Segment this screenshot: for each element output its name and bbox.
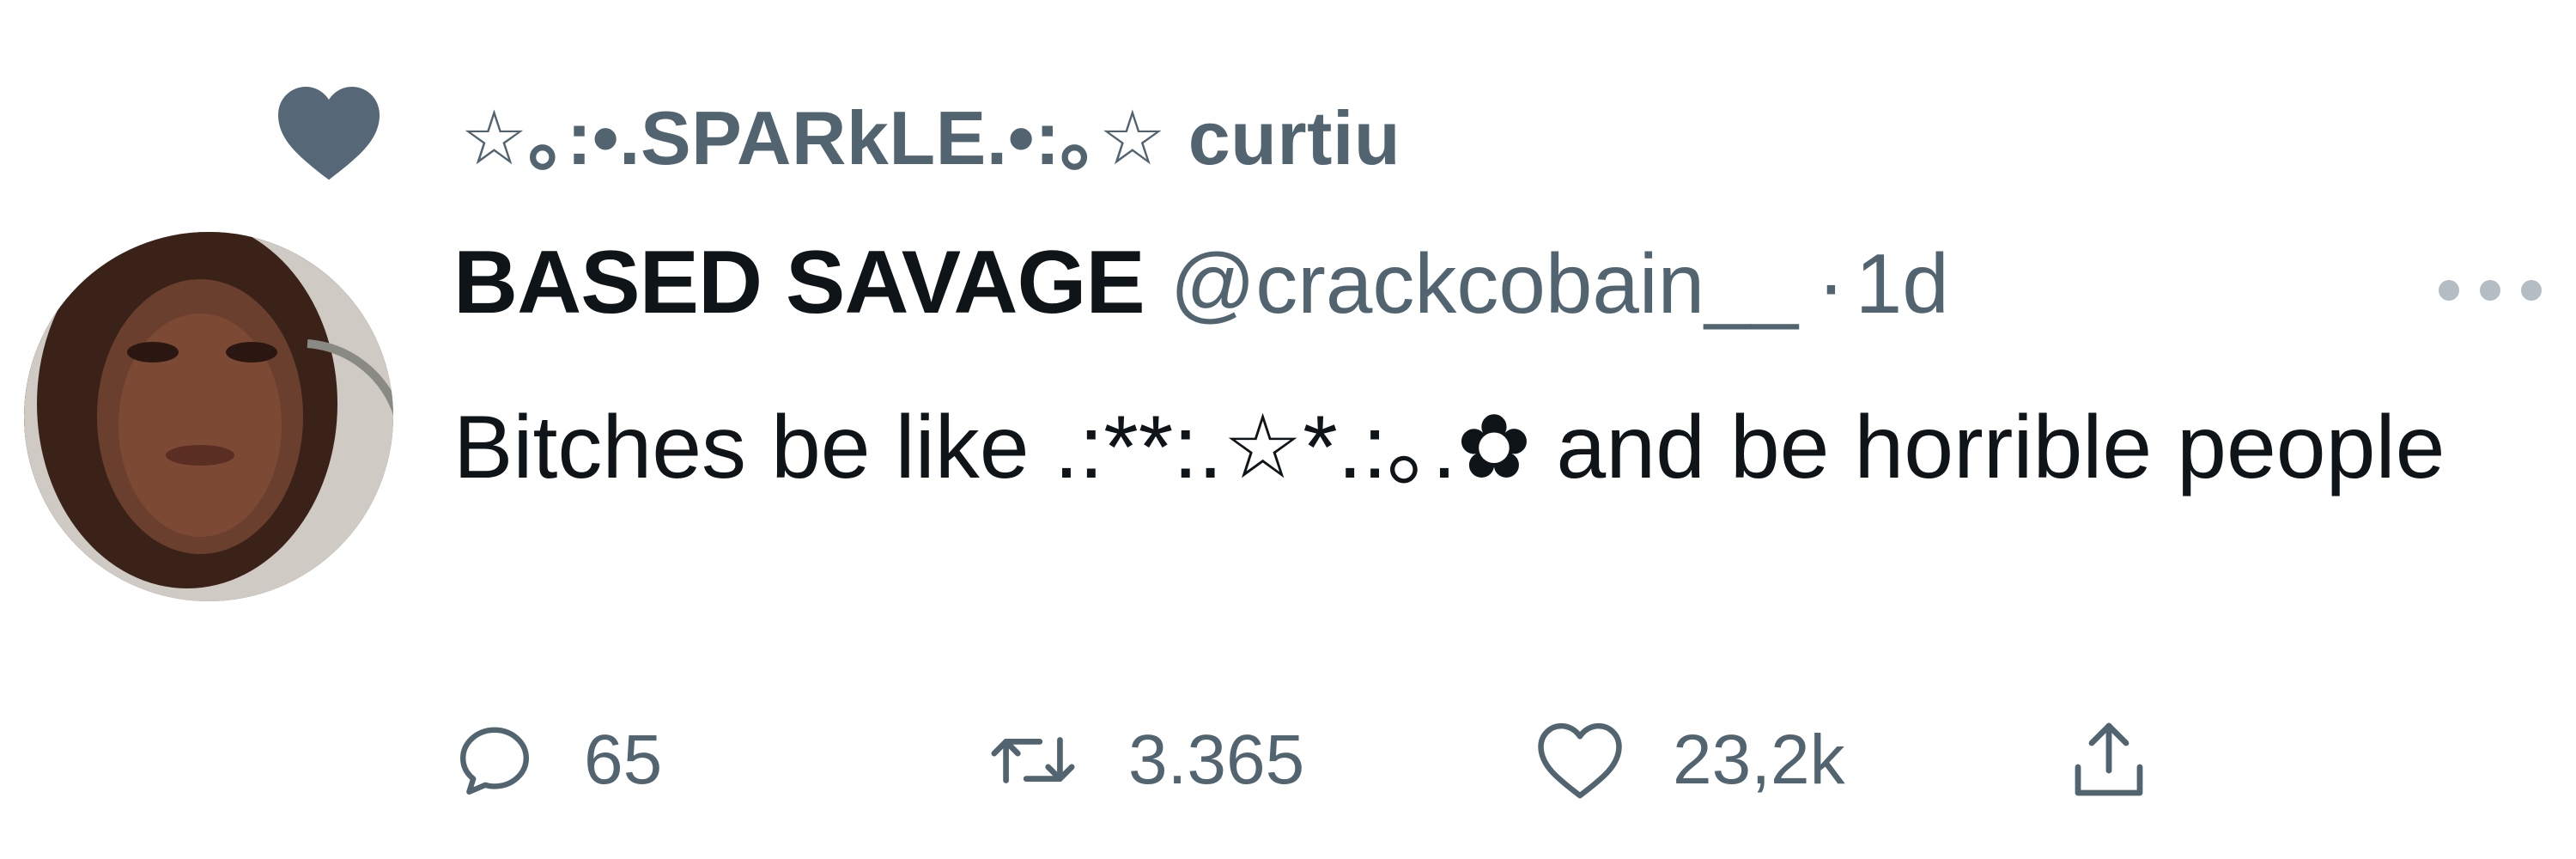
reply-button[interactable]: 65 bbox=[453, 704, 662, 816]
tweet-text: Bitches be like .:**:.☆*.:｡.✿ and be hor… bbox=[453, 398, 2445, 497]
like-button[interactable]: 23,2k bbox=[1535, 704, 1845, 816]
avatar[interactable] bbox=[24, 232, 393, 601]
more-dot bbox=[2480, 280, 2500, 301]
tweet-timestamp[interactable]: 1d bbox=[1856, 235, 1949, 332]
share-button[interactable] bbox=[2068, 704, 2150, 816]
reply-count: 65 bbox=[584, 721, 663, 799]
social-context[interactable]: ☆｡:•.SPARkLE.•:｡☆ curtiu bbox=[273, 76, 1400, 187]
reply-icon bbox=[460, 727, 529, 795]
retweet-icon bbox=[991, 737, 1075, 783]
heart-filled-icon bbox=[278, 86, 380, 180]
tweet-header: BASED SAVAGE @crackcobain__ · 1d bbox=[453, 232, 1949, 334]
avatar-photo bbox=[24, 232, 393, 601]
share-icon bbox=[2075, 722, 2143, 796]
heart-outline-icon bbox=[1538, 722, 1622, 799]
tweet-actions: 65 3.365 23,2k bbox=[453, 704, 2428, 816]
author-handle[interactable]: @crackcobain__ bbox=[1170, 235, 1798, 332]
like-count: 23,2k bbox=[1673, 721, 1845, 799]
more-dot bbox=[2521, 280, 2542, 301]
retweet-button[interactable]: 3.365 bbox=[986, 704, 1304, 816]
social-context-text: ☆｡:•.SPARkLE.•:｡☆ curtiu bbox=[460, 94, 1401, 180]
header-separator: · bbox=[1817, 236, 1845, 331]
more-dot bbox=[2439, 280, 2459, 301]
more-options-icon[interactable] bbox=[2439, 273, 2542, 308]
retweet-count: 3.365 bbox=[1128, 721, 1305, 799]
author-display-name[interactable]: BASED SAVAGE bbox=[453, 232, 1145, 334]
